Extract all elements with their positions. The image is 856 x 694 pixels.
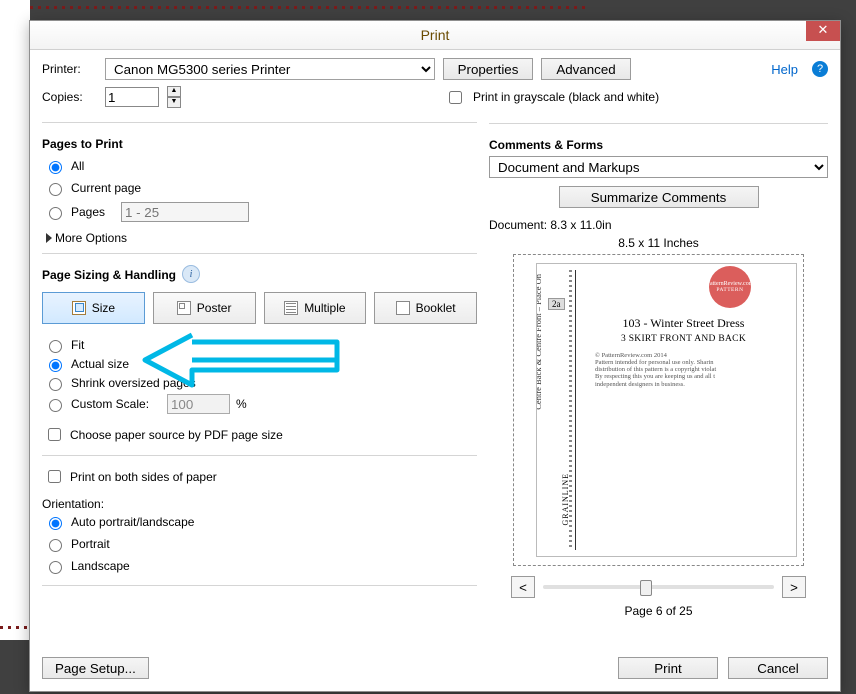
preview-page-counter: Page 6 of 25 — [489, 604, 828, 618]
preview-grainline: GRAINLINE — [561, 473, 570, 526]
booklet-icon — [396, 301, 410, 315]
tab-poster[interactable]: Poster — [153, 292, 256, 324]
preview-logo: PatternReview.com PATTERN — [709, 266, 751, 308]
copies-label: Copies: — [42, 90, 97, 104]
preview-title: 103 - Winter Street Dress — [573, 316, 794, 331]
copies-up[interactable]: ▲ — [167, 86, 181, 97]
document-size-text: Document: 8.3 x 11.0in — [489, 218, 828, 232]
close-button[interactable]: ✕ — [806, 21, 840, 41]
pages-all-label: All — [71, 159, 84, 173]
page-setup-button[interactable]: Page Setup... — [42, 657, 149, 679]
print-button[interactable]: Print — [618, 657, 718, 679]
more-options-toggle[interactable]: More Options — [46, 231, 477, 245]
titlebar: Print ✕ — [30, 21, 840, 50]
more-options-label: More Options — [55, 231, 127, 245]
sizing-title: Page Sizing & Handling — [42, 268, 176, 282]
cancel-button[interactable]: Cancel — [728, 657, 828, 679]
paper-size-caption: 8.5 x 11 Inches — [489, 236, 828, 250]
paper-source-checkbox[interactable] — [48, 428, 61, 441]
dialog-title: Print — [421, 27, 450, 43]
help-link[interactable]: Help — [771, 62, 798, 77]
duplex-label: Print on both sides of paper — [70, 470, 217, 484]
orientation-landscape-radio[interactable] — [49, 561, 62, 574]
pages-range-radio[interactable] — [49, 207, 62, 220]
dotted-ruler-left — [0, 626, 29, 629]
tab-size[interactable]: Size — [42, 292, 145, 324]
grayscale-label: Print in grayscale (black and white) — [473, 90, 659, 104]
custom-scale-input[interactable] — [167, 394, 230, 414]
tab-poster-label: Poster — [197, 301, 232, 315]
tab-size-label: Size — [92, 301, 115, 315]
orientation-portrait-label: Portrait — [71, 537, 110, 551]
chevron-right-icon — [46, 233, 52, 243]
poster-icon — [177, 301, 191, 315]
actual-size-radio[interactable] — [49, 359, 62, 372]
document-edge — [0, 0, 30, 640]
pages-all-radio[interactable] — [49, 161, 62, 174]
slider-thumb[interactable] — [640, 580, 652, 596]
help-icon[interactable]: ? — [812, 61, 828, 77]
print-dialog: Print ✕ Printer: Canon MG5300 series Pri… — [29, 20, 841, 692]
orientation-auto-radio[interactable] — [49, 517, 62, 530]
preview-side-text: Centre Back & Centre Front – Place On — [536, 274, 543, 410]
orientation-title: Orientation: — [42, 497, 477, 511]
preview-prev-button[interactable]: < — [511, 576, 535, 598]
size-icon — [72, 301, 86, 315]
pages-range-input[interactable] — [121, 202, 249, 222]
preview-fineprint: © PatternReview.com 2014 Pattern intende… — [595, 352, 794, 388]
pages-current-label: Current page — [71, 181, 141, 195]
dotted-ruler — [30, 6, 590, 9]
paper-source-label: Choose paper source by PDF page size — [70, 428, 283, 442]
pages-to-print-title: Pages to Print — [42, 137, 477, 151]
tab-booklet-label: Booklet — [416, 301, 456, 315]
comments-title: Comments & Forms — [489, 138, 828, 152]
grayscale-checkbox[interactable] — [449, 91, 462, 104]
fit-label: Fit — [71, 338, 84, 352]
comments-forms-select[interactable]: Document and Markups — [489, 156, 828, 178]
pages-current-radio[interactable] — [49, 183, 62, 196]
orientation-auto-label: Auto portrait/landscape — [71, 515, 194, 529]
orientation-landscape-label: Landscape — [71, 559, 130, 573]
summarize-comments-button[interactable]: Summarize Comments — [559, 186, 759, 208]
shrink-radio[interactable] — [49, 378, 62, 391]
tab-booklet[interactable]: Booklet — [374, 292, 477, 324]
properties-button[interactable]: Properties — [443, 58, 533, 80]
printer-select[interactable]: Canon MG5300 series Printer — [105, 58, 435, 80]
copies-input[interactable] — [105, 87, 159, 107]
multiple-icon — [284, 301, 298, 315]
tab-multiple-label: Multiple — [304, 301, 345, 315]
custom-scale-pct: % — [236, 397, 247, 411]
print-preview: Centre Back & Centre Front – Place On 2a… — [513, 254, 804, 566]
preview-zoom-slider[interactable] — [543, 585, 774, 589]
advanced-button[interactable]: Advanced — [541, 58, 631, 80]
pages-range-label: Pages — [71, 205, 105, 219]
orientation-portrait-radio[interactable] — [49, 539, 62, 552]
custom-scale-radio[interactable] — [49, 399, 62, 412]
duplex-checkbox[interactable] — [48, 470, 61, 483]
actual-size-label: Actual size — [71, 357, 129, 371]
shrink-label: Shrink oversized pages — [71, 376, 196, 390]
info-icon[interactable]: i — [182, 265, 200, 283]
copies-spinner: ▲ ▼ — [167, 86, 179, 108]
copies-down[interactable]: ▼ — [167, 97, 181, 108]
close-icon: ✕ — [818, 22, 829, 37]
tab-multiple[interactable]: Multiple — [264, 292, 367, 324]
preview-next-button[interactable]: > — [782, 576, 806, 598]
preview-subtitle: 3 SKIRT FRONT AND BACK — [573, 334, 794, 344]
preview-badge: 2a — [548, 298, 565, 310]
fit-radio[interactable] — [49, 340, 62, 353]
printer-label: Printer: — [42, 62, 97, 76]
custom-scale-label: Custom Scale: — [71, 397, 161, 411]
